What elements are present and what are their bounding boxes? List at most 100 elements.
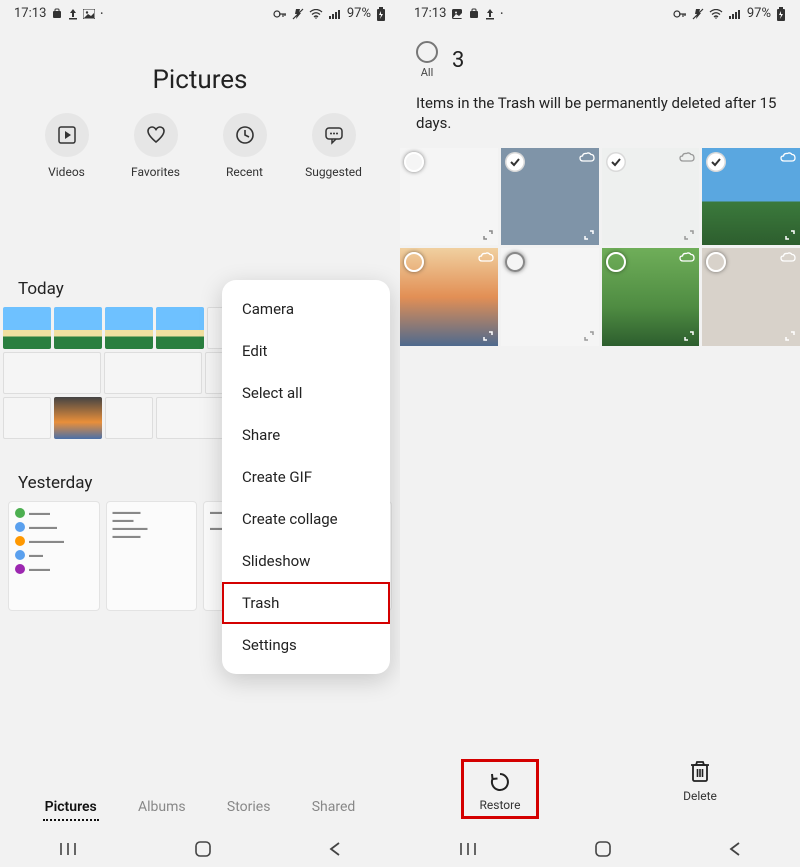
cloud-icon xyxy=(478,252,494,264)
speech-icon xyxy=(324,125,344,145)
dot-icon: • xyxy=(500,9,503,18)
menu-slideshow[interactable]: Slideshow xyxy=(222,540,390,582)
tab-stories[interactable]: Stories xyxy=(225,795,273,821)
vpn-icon xyxy=(673,9,687,19)
pictures-screen: 17:13 • 97% Pictures Videos Favorites xyxy=(0,0,400,867)
expand-icon xyxy=(784,330,796,342)
menu-share[interactable]: Share xyxy=(222,414,390,456)
status-time: 17:13 xyxy=(14,6,46,21)
delete-button[interactable]: Delete xyxy=(600,747,800,831)
menu-settings[interactable]: Settings xyxy=(222,624,390,666)
bag-icon xyxy=(51,8,63,20)
selection-count: 3 xyxy=(452,48,464,73)
cloud-icon xyxy=(780,252,796,264)
back-icon[interactable] xyxy=(728,841,742,857)
menu-create-gif[interactable]: Create GIF xyxy=(222,456,390,498)
trash-icon xyxy=(689,759,711,783)
trash-item[interactable] xyxy=(602,148,700,246)
bag-icon xyxy=(468,8,480,20)
page-header: Pictures xyxy=(0,23,400,113)
trash-grid xyxy=(400,148,800,347)
clock-icon xyxy=(235,125,255,145)
checkmark-icon xyxy=(706,152,726,172)
select-all-checkbox-icon xyxy=(416,41,438,63)
android-nav-bar xyxy=(400,831,800,867)
checkmark-icon xyxy=(505,152,525,172)
upload-icon xyxy=(485,8,495,20)
image-icon xyxy=(83,9,95,19)
checkmark-icon xyxy=(606,152,626,172)
tab-albums[interactable]: Albums xyxy=(136,795,188,821)
select-all-control[interactable]: All xyxy=(416,41,438,79)
checkbox-icon xyxy=(404,152,424,172)
expand-icon xyxy=(683,330,695,342)
trash-item[interactable] xyxy=(602,248,700,346)
thumb[interactable] xyxy=(105,307,153,349)
menu-select-all[interactable]: Select all xyxy=(222,372,390,414)
trash-notice: Items in the Trash will be permanently d… xyxy=(400,85,800,148)
thumb[interactable] xyxy=(104,352,202,394)
tab-pictures[interactable]: Pictures xyxy=(43,795,99,821)
gallery-icon xyxy=(451,8,463,20)
trash-screen: 17:13 • 97% All 3 Items in the Trash wil… xyxy=(400,0,800,867)
category-suggested[interactable]: Suggested xyxy=(299,113,369,179)
category-recent[interactable]: Recent xyxy=(210,113,280,179)
checkbox-icon xyxy=(505,252,525,272)
android-nav-bar xyxy=(0,831,400,867)
thumb[interactable]: ▬▬▬ ▬▬▬▬ ▬▬▬▬▬ ▬▬ ▬▬▬ xyxy=(8,501,100,611)
battery-icon xyxy=(376,7,386,21)
signal-icon xyxy=(328,9,342,19)
cloud-icon xyxy=(679,152,695,164)
thumb[interactable] xyxy=(3,397,51,439)
action-bar: Restore Delete xyxy=(400,747,800,831)
menu-trash[interactable]: Trash xyxy=(222,582,390,624)
thumb[interactable] xyxy=(54,397,102,439)
heart-icon xyxy=(146,125,166,145)
tab-shared[interactable]: Shared xyxy=(310,795,358,821)
expand-icon xyxy=(583,330,595,342)
status-bar: 17:13 • 97% xyxy=(400,0,800,23)
category-videos[interactable]: Videos xyxy=(32,113,102,179)
trash-item[interactable] xyxy=(501,248,599,346)
wifi-icon xyxy=(309,9,323,19)
play-icon xyxy=(57,125,77,145)
category-favorites[interactable]: Favorites xyxy=(121,113,191,179)
cloud-icon xyxy=(679,252,695,264)
home-icon[interactable] xyxy=(594,840,612,858)
expand-icon xyxy=(683,229,695,241)
recents-icon[interactable] xyxy=(458,841,478,857)
selection-header: All 3 xyxy=(400,23,800,85)
checkbox-icon xyxy=(706,252,726,272)
expand-icon xyxy=(482,229,494,241)
menu-camera[interactable]: Camera xyxy=(222,288,390,330)
back-icon[interactable] xyxy=(328,841,342,857)
thumb[interactable] xyxy=(54,307,102,349)
restore-button[interactable]: Restore xyxy=(400,747,600,831)
restore-icon xyxy=(488,770,512,794)
vpn-icon xyxy=(273,9,287,19)
thumb[interactable] xyxy=(105,397,153,439)
menu-edit[interactable]: Edit xyxy=(222,330,390,372)
signal-icon xyxy=(728,9,742,19)
thumb[interactable]: ▬▬▬▬▬▬▬▬▬▬▬▬▬▬▬▬ xyxy=(106,501,198,611)
status-battery-pct: 97% xyxy=(747,6,771,21)
trash-item[interactable] xyxy=(400,248,498,346)
wifi-icon xyxy=(709,9,723,19)
recents-icon[interactable] xyxy=(58,841,78,857)
trash-item[interactable] xyxy=(501,148,599,246)
category-row: Videos Favorites Recent Suggested xyxy=(0,113,400,187)
menu-create-collage[interactable]: Create collage xyxy=(222,498,390,540)
cloud-icon xyxy=(579,152,595,164)
cloud-icon xyxy=(780,152,796,164)
checkbox-icon xyxy=(404,252,424,272)
checkbox-icon xyxy=(606,252,626,272)
thumb[interactable] xyxy=(156,307,204,349)
trash-item[interactable] xyxy=(400,148,498,246)
page-title: Pictures xyxy=(0,65,400,95)
trash-item[interactable] xyxy=(702,148,800,246)
mute-icon xyxy=(692,8,704,20)
thumb[interactable] xyxy=(3,307,51,349)
thumb[interactable] xyxy=(3,352,101,394)
home-icon[interactable] xyxy=(194,840,212,858)
trash-item[interactable] xyxy=(702,248,800,346)
